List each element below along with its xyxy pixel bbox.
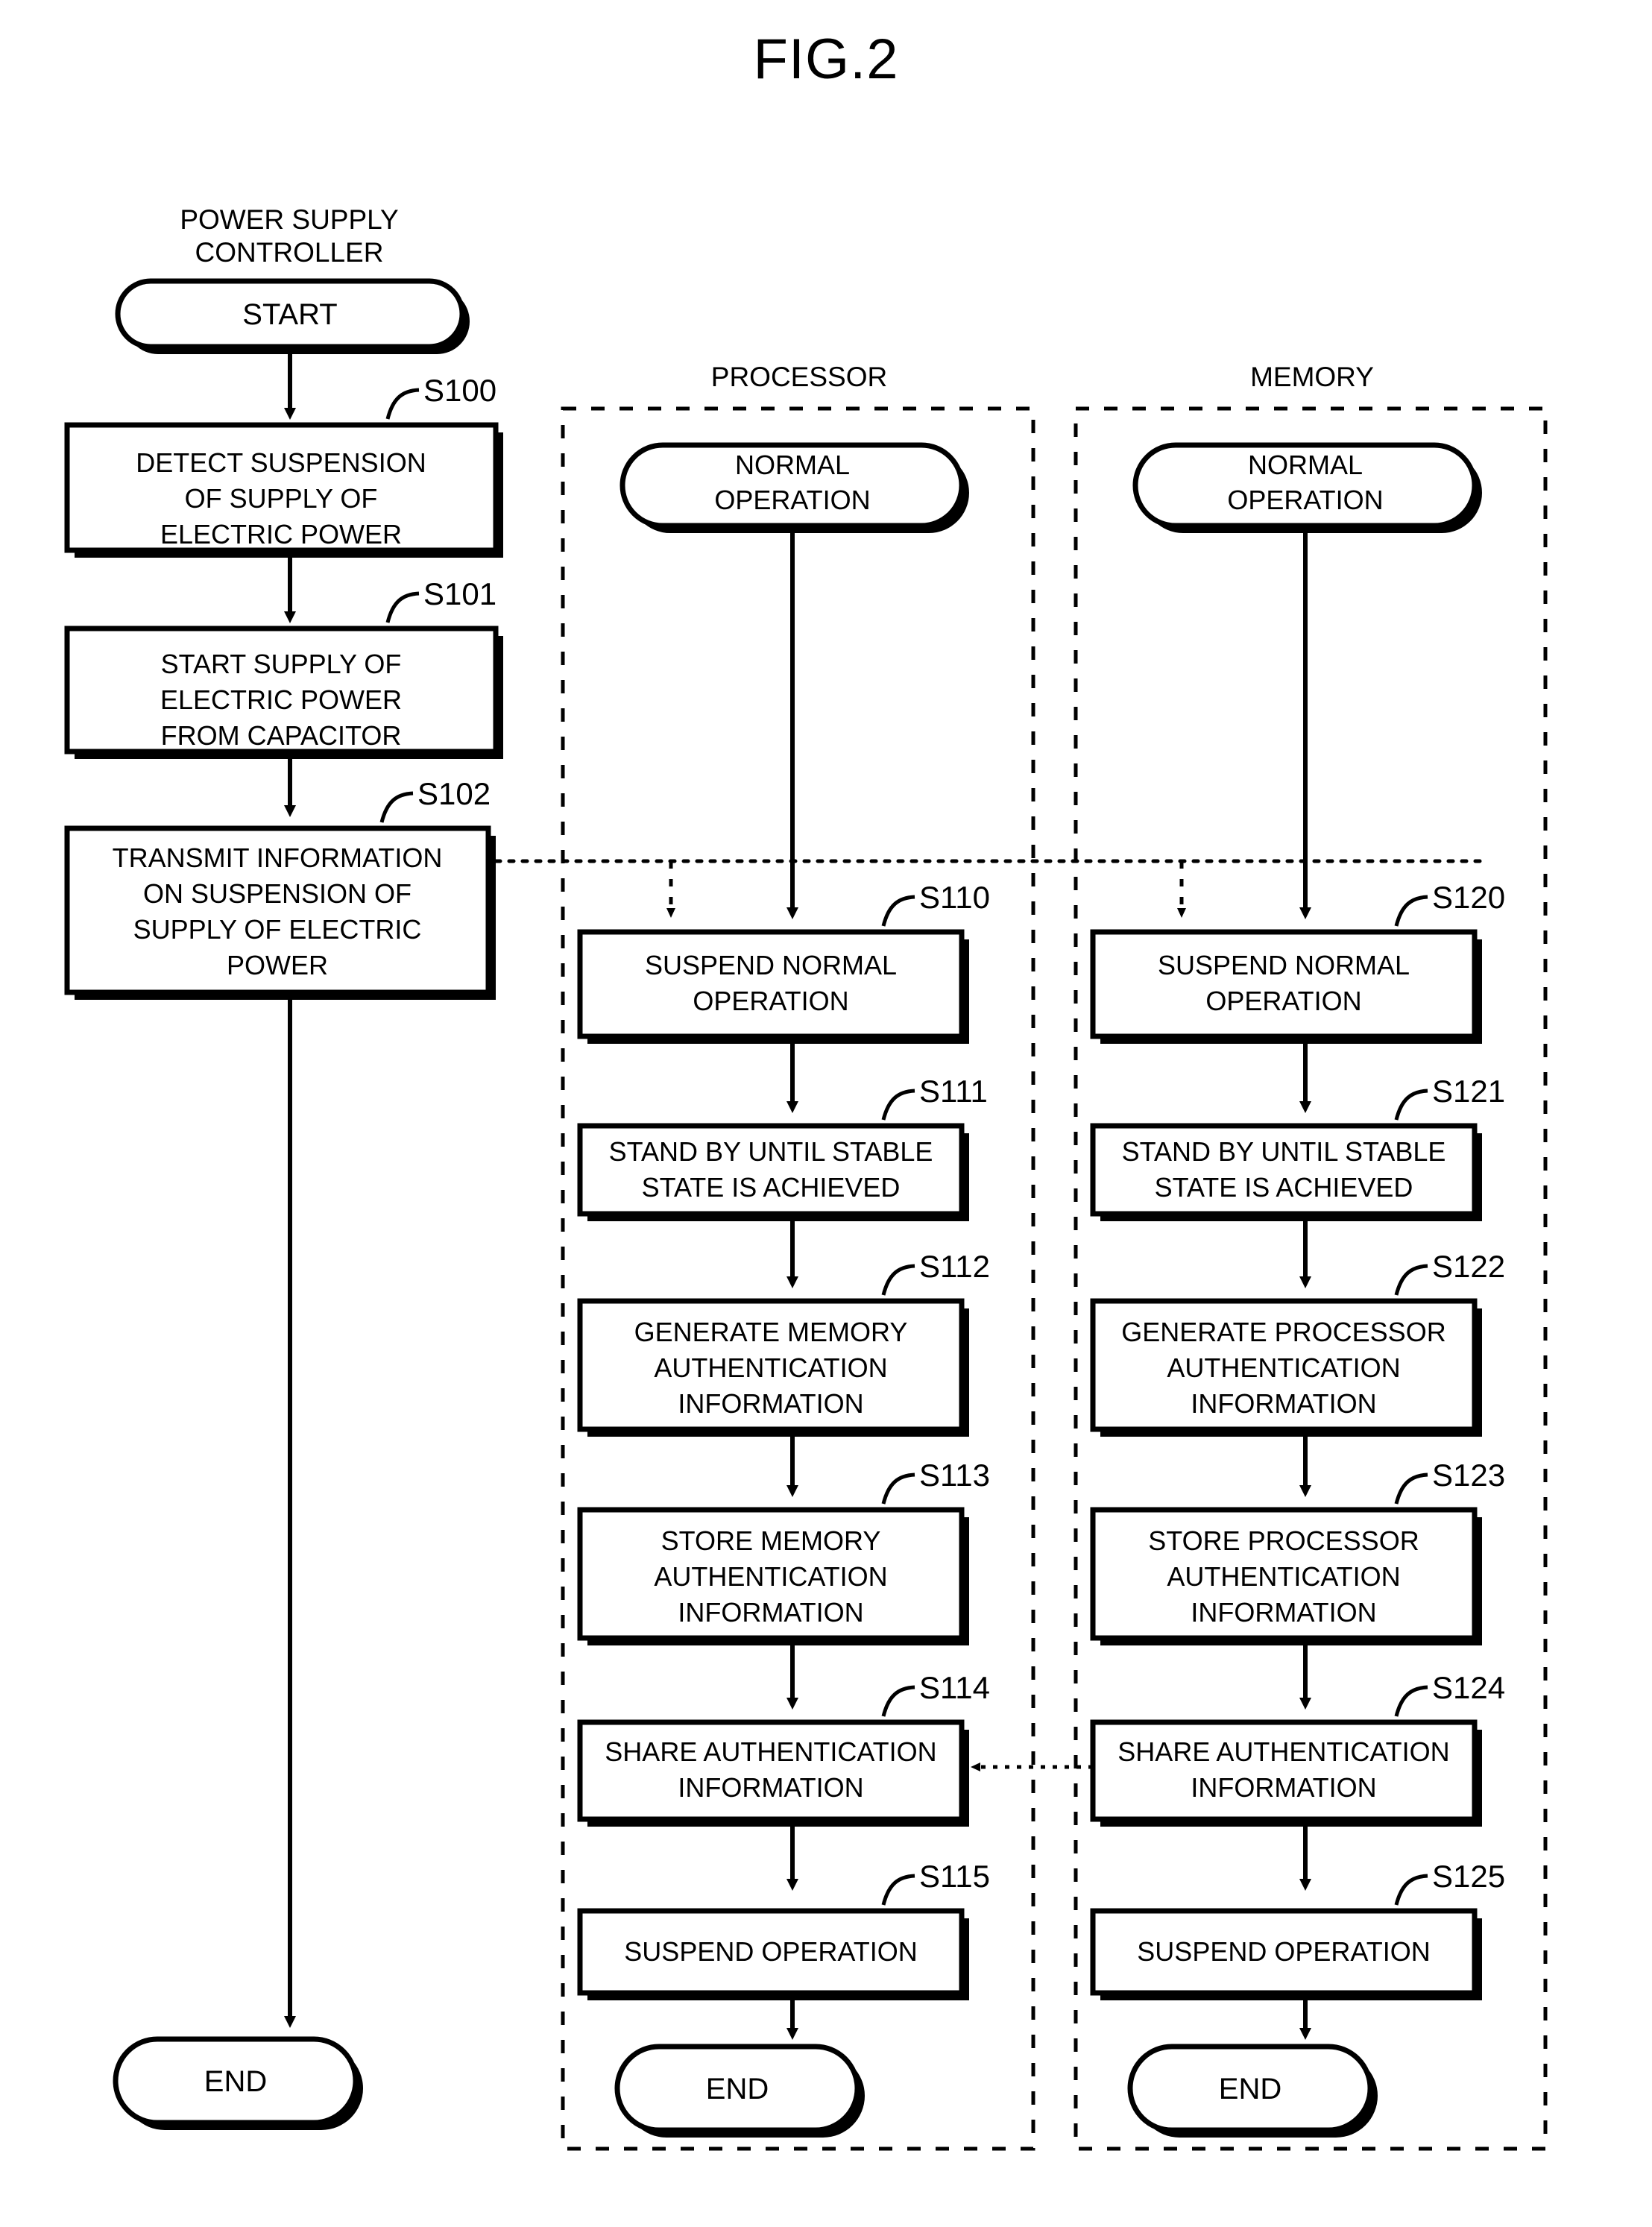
memory-step-s124-id: S124: [1432, 1670, 1505, 1705]
processor-step-s112-line1: GENERATE MEMORY: [634, 1317, 908, 1347]
processor-step-s110-id: S110: [919, 880, 990, 915]
lane-header-power-supply-controller-line2: CONTROLLER: [195, 237, 384, 268]
processor-step-s115-id: S115: [919, 1859, 990, 1894]
psc-step-s101-id: S101: [423, 576, 496, 611]
psc-step-s101-line1: START SUPPLY OF: [161, 649, 402, 679]
psc-step-s100-line3: ELECTRIC POWER: [160, 519, 402, 549]
psc-step-s100-id: S100: [423, 373, 496, 408]
psc-step-s102-line2: ON SUSPENSION OF: [143, 878, 412, 909]
figure-root: FIG.2 POWER SUPPLY CONTROLLER PROCESSOR …: [0, 0, 1652, 2227]
psc-step-s100-line1: DETECT SUSPENSION: [136, 447, 426, 478]
psc-step-s100-line2: OF SUPPLY OF: [185, 483, 378, 514]
psc-step-s101: START SUPPLY OF ELECTRIC POWER FROM CAPA…: [64, 626, 503, 759]
processor-step-s115: SUSPEND OPERATION: [577, 1908, 969, 2000]
memory-step-s123-line1: STORE PROCESSOR: [1148, 1525, 1419, 1556]
memory-step-s120-line1: SUSPEND NORMAL: [1158, 950, 1410, 980]
memory-step-s123-id: S123: [1432, 1458, 1505, 1493]
psc-step-s102: TRANSMIT INFORMATION ON SUSPENSION OF SU…: [64, 825, 496, 1000]
psc-step-s101-line2: ELECTRIC POWER: [160, 684, 402, 715]
psc-step-s102-line3: SUPPLY OF ELECTRIC: [133, 914, 422, 945]
processor-step-s114: SHARE AUTHENTICATION INFORMATION: [577, 1719, 969, 1827]
processor-step-s113-line3: INFORMATION: [678, 1597, 863, 1628]
memory-start-line1: NORMAL: [1248, 450, 1363, 480]
processor-step-s113-line1: STORE MEMORY: [661, 1525, 881, 1556]
memory-step-s122-line1: GENERATE PROCESSOR: [1121, 1317, 1446, 1347]
memory-step-s125: SUSPEND OPERATION: [1090, 1908, 1482, 2000]
memory-start-line2: OPERATION: [1227, 485, 1383, 515]
memory-step-s123-line2: AUTHENTICATION: [1167, 1561, 1400, 1592]
psc-step-s102-line4: POWER: [227, 950, 328, 980]
lane-header-processor: PROCESSOR: [711, 362, 887, 392]
processor-step-s111-line1: STAND BY UNTIL STABLE: [609, 1136, 933, 1167]
processor-step-s112-id: S112: [919, 1249, 990, 1284]
memory-step-s123-line3: INFORMATION: [1191, 1597, 1376, 1628]
psc-end-terminator: END: [113, 2036, 363, 2130]
psc-step-s100: DETECT SUSPENSION OF SUPPLY OF ELECTRIC …: [64, 422, 503, 558]
memory-step-s122-id: S122: [1432, 1249, 1505, 1284]
processor-step-s115-line1: SUSPEND OPERATION: [624, 1936, 917, 1967]
memory-end-label: END: [1219, 2073, 1281, 2105]
memory-step-s124-line1: SHARE AUTHENTICATION: [1117, 1736, 1449, 1767]
processor-step-s112: GENERATE MEMORY AUTHENTICATION INFORMATI…: [577, 1298, 969, 1437]
memory-step-s125-id: S125: [1432, 1859, 1505, 1894]
psc-start-terminator: START: [115, 278, 470, 354]
memory-step-s122-line3: INFORMATION: [1191, 1388, 1376, 1419]
processor-step-s113-line2: AUTHENTICATION: [654, 1561, 887, 1592]
processor-start-line1: NORMAL: [735, 450, 850, 480]
processor-step-s111-line2: STATE IS ACHIEVED: [642, 1172, 901, 1203]
processor-end-terminator: END: [614, 2044, 865, 2138]
memory-step-s123: STORE PROCESSOR AUTHENTICATION INFORMATI…: [1090, 1507, 1482, 1645]
processor-start-terminator: NORMAL OPERATION: [620, 442, 969, 533]
memory-step-s122-line2: AUTHENTICATION: [1167, 1352, 1400, 1383]
psc-step-s101-line3: FROM CAPACITOR: [161, 720, 402, 751]
processor-step-s114-line2: INFORMATION: [678, 1772, 863, 1803]
memory-step-s121: STAND BY UNTIL STABLE STATE IS ACHIEVED: [1090, 1123, 1482, 1221]
psc-end-label: END: [204, 2065, 267, 2098]
memory-step-s120-id: S120: [1432, 880, 1505, 915]
processor-end-label: END: [706, 2073, 769, 2105]
memory-step-s121-line2: STATE IS ACHIEVED: [1155, 1172, 1413, 1203]
memory-end-terminator: END: [1127, 2044, 1378, 2138]
memory-step-s120-line2: OPERATION: [1205, 986, 1361, 1016]
memory-step-s124: SHARE AUTHENTICATION INFORMATION: [1090, 1719, 1482, 1827]
processor-start-line2: OPERATION: [714, 485, 870, 515]
memory-step-s120: SUSPEND NORMAL OPERATION: [1090, 929, 1482, 1044]
processor-step-s114-id: S114: [919, 1670, 990, 1705]
processor-step-s110: SUSPEND NORMAL OPERATION: [577, 929, 969, 1044]
processor-step-s111-id: S111: [919, 1074, 988, 1109]
figure-title: FIG.2: [753, 28, 898, 91]
lane-header-power-supply-controller-line1: POWER SUPPLY: [180, 204, 398, 235]
processor-step-s110-line1: SUSPEND NORMAL: [645, 950, 897, 980]
processor-step-s110-line2: OPERATION: [693, 986, 848, 1016]
psc-step-s102-id: S102: [417, 776, 491, 811]
memory-step-s124-line2: INFORMATION: [1191, 1772, 1376, 1803]
psc-step-s102-line1: TRANSMIT INFORMATION: [113, 842, 443, 873]
processor-step-s112-line3: INFORMATION: [678, 1388, 863, 1419]
processor-step-s112-line2: AUTHENTICATION: [654, 1352, 887, 1383]
memory-step-s121-line1: STAND BY UNTIL STABLE: [1122, 1136, 1446, 1167]
processor-step-s113-id: S113: [919, 1458, 990, 1493]
memory-step-s125-line1: SUSPEND OPERATION: [1137, 1936, 1430, 1967]
processor-step-s113: STORE MEMORY AUTHENTICATION INFORMATION: [577, 1507, 969, 1645]
memory-start-terminator: NORMAL OPERATION: [1132, 442, 1482, 533]
lane-header-memory: MEMORY: [1250, 362, 1374, 392]
memory-step-s122: GENERATE PROCESSOR AUTHENTICATION INFORM…: [1090, 1298, 1482, 1437]
memory-step-s121-id: S121: [1432, 1074, 1505, 1109]
processor-step-s111: STAND BY UNTIL STABLE STATE IS ACHIEVED: [577, 1123, 969, 1221]
psc-start-label: START: [242, 298, 337, 331]
processor-step-s114-line1: SHARE AUTHENTICATION: [605, 1736, 936, 1767]
